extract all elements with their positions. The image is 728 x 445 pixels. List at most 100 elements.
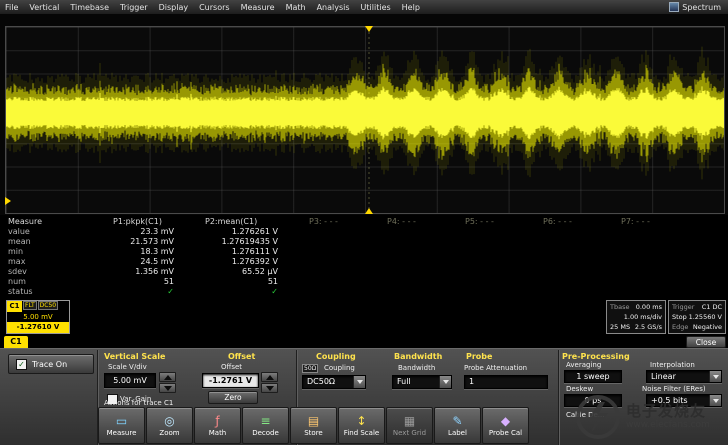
- timebase-samples: 25 MS: [610, 322, 630, 332]
- bandwidth-label: Bandwidth: [398, 364, 435, 372]
- menu-item[interactable]: Analysis: [317, 3, 350, 12]
- measure-header-row: MeasureP1:pkpk(C1)P2:mean(C1)P3: - - -P4…: [0, 217, 728, 227]
- action-button[interactable]: ✎ Label: [434, 407, 481, 444]
- measure-cell: [530, 277, 608, 287]
- measure-cell: [296, 277, 374, 287]
- offset-increment-button[interactable]: [261, 372, 278, 382]
- measure-row: min 18.3 mV1.276111 V: [0, 247, 728, 257]
- action-button[interactable]: ▤ Store: [290, 407, 337, 444]
- measure-row-label: value: [0, 227, 100, 237]
- measure-cell: [608, 227, 686, 237]
- measure-cell: 1.356 mV: [100, 267, 192, 277]
- measure-param-header[interactable]: P2:mean(C1): [192, 217, 296, 227]
- coupling-section-title: Coupling: [316, 352, 356, 361]
- averaging-label: Averaging: [566, 361, 601, 369]
- measure-cell: [530, 257, 608, 267]
- measure-param-header[interactable]: P7: - - -: [608, 217, 686, 227]
- find-scale-icon: ↕: [356, 415, 366, 428]
- channel-c1-scale: 5.00 mV: [7, 312, 69, 322]
- channel-c1-descriptor[interactable]: C1 FLT DC50 5.00 mV -1.27610 V: [6, 300, 70, 334]
- menu-item[interactable]: File: [5, 3, 18, 12]
- measure-cell: 23.3 mV: [100, 227, 192, 237]
- measure-cell: [452, 237, 530, 247]
- channel-offset-marker[interactable]: [5, 197, 11, 205]
- offset-section-title: Offset: [228, 352, 255, 361]
- menu-item[interactable]: Help: [402, 3, 420, 12]
- scale-decrement-button[interactable]: [159, 383, 176, 393]
- measure-row: max 24.5 mV1.276392 V: [0, 257, 728, 267]
- bandwidth-select[interactable]: Full: [392, 375, 452, 389]
- vertical-scale-section-title: Vertical Scale: [104, 352, 165, 361]
- menu-item[interactable]: Display: [159, 3, 189, 12]
- action-button[interactable]: ↕ Find Scale: [338, 407, 385, 444]
- action-button[interactable]: ◆ Probe Cal: [482, 407, 529, 444]
- measure-cell: [608, 247, 686, 257]
- action-button[interactable]: ▭ Measure: [98, 407, 145, 444]
- action-button[interactable]: ≡ Decode: [242, 407, 289, 444]
- measure-cell: 51: [100, 277, 192, 287]
- trigger-delay-marker[interactable]: [365, 26, 373, 32]
- trigger-time-marker[interactable]: [365, 208, 373, 214]
- measure-cell: [374, 237, 452, 247]
- measure-cell: [374, 267, 452, 277]
- close-button[interactable]: Close: [686, 336, 726, 348]
- scale-value-field[interactable]: 5.00 mV: [104, 373, 156, 388]
- measure-row: mean 21.573 mV1.27619435 V: [0, 237, 728, 247]
- action-button[interactable]: ▦ Next Grid: [386, 407, 433, 444]
- measure-param-header[interactable]: P5: - - -: [452, 217, 530, 227]
- action-button-label: Math: [209, 429, 227, 437]
- spectrum-icon: [669, 2, 679, 12]
- measure-cell: 1.276111 V: [192, 247, 296, 257]
- coupling-label: Coupling: [324, 364, 355, 372]
- action-button[interactable]: ◎ Zoom: [146, 407, 193, 444]
- action-button-label: Store: [304, 429, 323, 437]
- measure-row-label: min: [0, 247, 100, 257]
- menu-item[interactable]: Utilities: [361, 3, 391, 12]
- scale-increment-button[interactable]: [159, 372, 176, 382]
- bandwidth-value: Full: [397, 377, 411, 386]
- coupling-select[interactable]: DC50Ω: [302, 375, 366, 389]
- timebase-rate: 2.5 GS/s: [635, 322, 662, 332]
- trigger-slope-label: Edge: [672, 322, 688, 332]
- menu-item[interactable]: Cursors: [199, 3, 229, 12]
- trigger-descriptor[interactable]: TriggerC1 DC Stop1.25560 V EdgeNegative: [668, 300, 726, 334]
- measure-param-header[interactable]: P1:pkpk(C1): [100, 217, 192, 227]
- offset-label: Offset: [221, 363, 242, 371]
- menu-item[interactable]: Trigger: [120, 3, 148, 12]
- zoom-icon: ◎: [164, 415, 174, 428]
- menu-item[interactable]: Timebase: [70, 3, 109, 12]
- noise-filter-select[interactable]: +0.5 bits: [646, 394, 722, 407]
- measure-cell: [530, 267, 608, 277]
- menu-item[interactable]: Vertical: [29, 3, 59, 12]
- menu-item[interactable]: Math: [286, 3, 306, 12]
- action-button[interactable]: ƒ Math: [194, 407, 241, 444]
- action-button-label: Zoom: [159, 429, 179, 437]
- measure-cell: [530, 237, 608, 247]
- interpolation-label: Interpolation: [650, 361, 695, 369]
- offset-value-field[interactable]: -1.2761 V: [202, 373, 259, 388]
- probe-attenuation-field[interactable]: 1: [464, 375, 548, 389]
- measure-cell: ✓: [100, 287, 192, 297]
- measure-param-header[interactable]: P4: - - -: [374, 217, 452, 227]
- interpolation-select[interactable]: Linear: [646, 370, 722, 383]
- offset-decrement-button[interactable]: [261, 383, 278, 393]
- action-button-label: Label: [448, 429, 467, 437]
- zero-offset-button[interactable]: Zero: [208, 391, 258, 404]
- measure-param-header[interactable]: P3: - - -: [296, 217, 374, 227]
- measure-row-label: mean: [0, 237, 100, 247]
- menu-item[interactable]: Measure: [241, 3, 275, 12]
- channel-c1-header: C1 FLT DC50: [7, 301, 69, 312]
- menu-item-spectrum[interactable]: Spectrum: [682, 3, 721, 12]
- timebase-descriptor[interactable]: Tbase0.00 ms 1.00 ms/div 25 MS2.5 GS/s: [606, 300, 666, 334]
- trace-on-label: Trace On: [32, 360, 67, 369]
- deskew-field[interactable]: 0 ps: [564, 394, 622, 407]
- measure-param-header[interactable]: P6: - - -: [530, 217, 608, 227]
- trace-on-checkbox[interactable]: ✓: [16, 359, 27, 370]
- trace-on-toggle[interactable]: ✓ Trace On: [8, 354, 94, 374]
- averaging-field[interactable]: 1 sweep: [564, 370, 622, 383]
- trigger-mode: Stop: [672, 312, 687, 322]
- measure-row-label: max: [0, 257, 100, 267]
- measure-param-header[interactable]: Measure: [0, 217, 100, 227]
- measure-cell: [452, 267, 530, 277]
- tab-c1[interactable]: C1: [4, 336, 28, 348]
